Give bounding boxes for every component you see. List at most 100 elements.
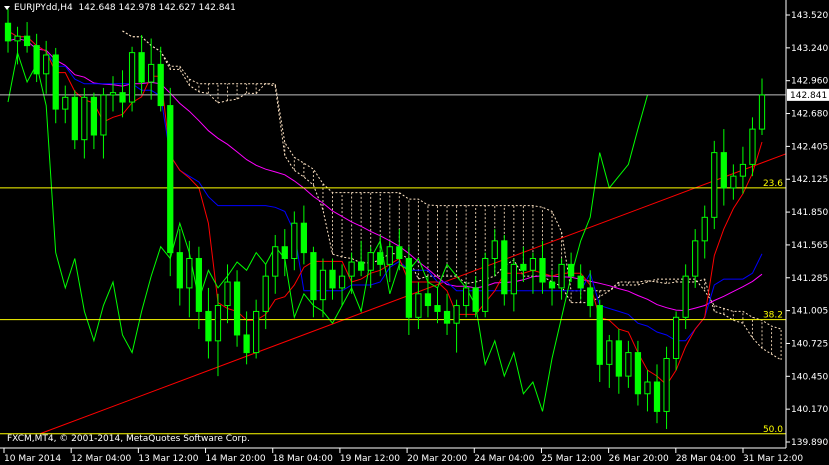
candle-bullish: [367, 252, 374, 271]
price-tick-label: 139.890: [791, 438, 828, 448]
candle-bullish: [482, 257, 489, 312]
time-tick-label: 12 Mar 04:00: [71, 454, 131, 464]
price-tick-label: 141.285: [791, 274, 828, 284]
candle-bullish: [672, 316, 680, 359]
candle-bearish: [4, 22, 12, 42]
candle-bearish: [71, 96, 78, 141]
price-tick-label: 143.520: [791, 11, 828, 21]
candle-bearish: [596, 305, 603, 365]
candle-bullish: [558, 263, 565, 289]
candle-bullish: [100, 94, 107, 136]
candle-bearish: [52, 54, 59, 110]
price-tick-label: 142.405: [791, 142, 828, 152]
candle-bullish: [739, 163, 747, 177]
candle-bullish: [730, 175, 737, 189]
candle-bullish: [148, 63, 155, 83]
fibo-label: 38.2: [763, 311, 783, 321]
candle-bullish: [386, 246, 393, 265]
candle-bullish: [109, 92, 117, 96]
time-tick-label: 14 Mar 20:00: [206, 454, 266, 464]
candle-bullish: [262, 275, 269, 312]
time-tick-label: 18 Mar 04:00: [273, 454, 333, 464]
price-tick-label: 141.005: [791, 307, 828, 317]
candle-bearish: [167, 105, 174, 254]
candle-bearish: [520, 263, 527, 271]
candle-bearish: [443, 310, 451, 324]
candle-bullish: [491, 240, 498, 259]
time-tick-label: 19 Mar 12:00: [340, 454, 400, 464]
candle-bullish: [711, 152, 718, 218]
candle-bullish: [253, 310, 260, 354]
candle-bullish: [214, 305, 222, 342]
candle-bullish: [529, 257, 537, 271]
candle-bullish: [701, 216, 708, 242]
time-tick-label: 24 Mar 04:00: [474, 454, 534, 464]
candle-bearish: [634, 352, 642, 395]
price-tick-label: 142.125: [791, 175, 828, 185]
candle-bearish: [434, 305, 441, 312]
candle-bullish: [186, 257, 193, 289]
candle-bearish: [300, 222, 307, 254]
price-tick-label: 142.680: [791, 110, 828, 120]
candle-bearish: [396, 246, 403, 259]
candle-bullish: [319, 269, 327, 301]
candle-bullish: [644, 381, 651, 395]
copyright-text: FXCM,MT4, © 2001-2014, MetaQuotes Softwa…: [7, 434, 250, 444]
candle-bullish: [128, 52, 136, 103]
candle-bullish: [749, 128, 756, 165]
candle-bearish: [577, 275, 584, 289]
candle-bullish: [663, 357, 670, 412]
candle-bearish: [653, 381, 661, 412]
candle-bullish: [224, 281, 231, 307]
time-tick-label: 28 Mar 04:00: [676, 454, 736, 464]
candle-bullish: [682, 275, 689, 318]
candle-bullish: [510, 263, 517, 295]
candle-bearish: [539, 257, 546, 283]
candle-bullish: [81, 96, 88, 141]
candle-bullish: [14, 35, 21, 42]
chevron-down-icon[interactable]: [4, 5, 10, 10]
candle-bearish: [23, 35, 31, 47]
candle-bullish: [62, 96, 69, 110]
candle-bearish: [405, 257, 412, 318]
ohlc-values: 142.648 142.978 142.627 142.841: [78, 3, 236, 13]
candle-bullish: [758, 94, 766, 130]
candle-bearish: [33, 45, 40, 75]
time-tick-label: 26 Mar 20:00: [609, 454, 669, 464]
candle-bullish: [415, 293, 422, 318]
time-tick-label: 31 Mar 12:00: [743, 454, 803, 464]
chart-header[interactable]: EURJPYdd,H4 142.648 142.978 142.627 142.…: [4, 3, 236, 13]
current-price-label: 142.841: [790, 91, 827, 101]
candle-bearish: [377, 252, 384, 265]
candle-bearish: [587, 287, 594, 307]
candle-bearish: [233, 281, 241, 336]
candle-bullish: [272, 246, 279, 277]
candle-bearish: [90, 96, 98, 136]
candle-bullish: [692, 240, 699, 277]
price-chart[interactable]: 23.6 38.2 50.0 142.841 143.520 143.240 142.96…: [0, 0, 829, 465]
time-tick-label: 13 Mar 12:00: [138, 454, 198, 464]
price-tick-label: 141.850: [791, 208, 828, 218]
candle-bearish: [243, 334, 250, 354]
symbol-label: EURJPYdd,H4: [14, 3, 73, 13]
price-tick-label: 143.240: [791, 44, 828, 54]
candle-bearish: [119, 92, 126, 103]
fibo-label: 23.6: [763, 179, 783, 189]
candle-bullish: [43, 54, 50, 75]
candle-bearish: [281, 246, 288, 259]
candle-bullish: [291, 222, 298, 259]
candle-bullish: [606, 340, 613, 365]
candle-bullish: [625, 352, 632, 377]
time-tick-label: 25 Mar 12:00: [541, 454, 601, 464]
candle-bullish: [463, 287, 470, 307]
candle-bearish: [424, 293, 432, 307]
candle-bearish: [310, 252, 317, 301]
candle-bearish: [157, 63, 164, 107]
candle-bearish: [138, 52, 145, 83]
price-tick-label: 140.450: [791, 372, 828, 382]
candle-bullish: [348, 261, 355, 277]
candle-bullish: [453, 305, 460, 324]
candle-bearish: [472, 287, 479, 312]
fibo-label: 50.0: [763, 425, 783, 435]
candle-bearish: [329, 269, 336, 289]
